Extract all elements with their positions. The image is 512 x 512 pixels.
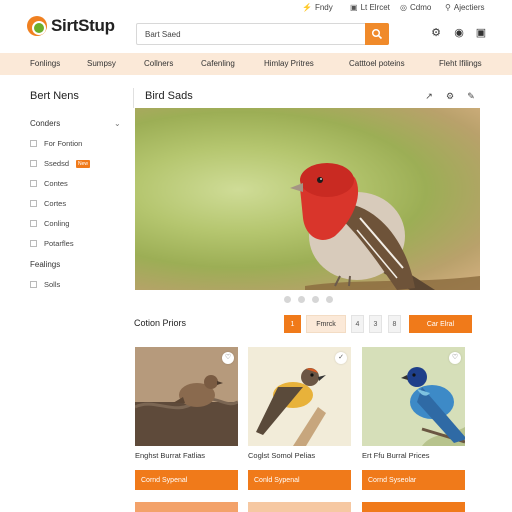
heart-icon[interactable]: ♡ bbox=[449, 352, 461, 364]
carousel-dot[interactable] bbox=[326, 296, 333, 303]
checkbox-label: Solls bbox=[44, 280, 61, 289]
search-button[interactable] bbox=[365, 23, 389, 45]
page-button[interactable]: 3 bbox=[369, 315, 382, 333]
nav-item[interactable]: Himlay Pritres bbox=[264, 59, 314, 68]
product-image[interactable]: ♡ bbox=[135, 347, 238, 446]
checkbox[interactable] bbox=[30, 140, 37, 147]
checkbox[interactable] bbox=[30, 281, 37, 288]
account-icon[interactable]: ◉ bbox=[453, 27, 465, 39]
checkbox[interactable] bbox=[30, 180, 37, 187]
utility-item[interactable]: ⚡ Fndy bbox=[302, 3, 333, 12]
nav-item[interactable]: Fonlings bbox=[30, 59, 60, 68]
filter-checkbox[interactable]: For Fontion bbox=[30, 139, 82, 148]
section-title: Cotion Priors bbox=[134, 318, 187, 328]
filter-checkbox[interactable]: Solls bbox=[30, 280, 60, 289]
sidebar-title: Bert Nens bbox=[30, 90, 79, 102]
new-badge: New bbox=[76, 159, 91, 168]
user-icon: ⚲ bbox=[445, 3, 451, 12]
settings-icon[interactable]: ⚙ bbox=[430, 27, 442, 39]
product-card-peek[interactable] bbox=[248, 502, 351, 512]
filter-checkbox[interactable]: Conling bbox=[30, 219, 69, 228]
utility-label: Lt Elrcet bbox=[360, 3, 390, 12]
product-name[interactable]: Ert Ffu Burral Prices bbox=[362, 451, 430, 460]
product-card-peek[interactable] bbox=[362, 502, 465, 512]
checkbox-label: Potarfles bbox=[44, 239, 74, 248]
check-icon[interactable]: ✓ bbox=[335, 352, 347, 364]
chevron-down-icon[interactable]: ⌄ bbox=[114, 119, 121, 128]
filter-checkbox[interactable]: Potarfles bbox=[30, 239, 74, 248]
checkbox[interactable] bbox=[30, 240, 37, 247]
product-button[interactable]: Conld Sypenal bbox=[248, 470, 351, 490]
product-button[interactable]: Cornd Sypenal bbox=[135, 470, 238, 490]
nav-item[interactable]: Catttoel poteins bbox=[349, 59, 405, 68]
logo[interactable]: SirtStup bbox=[27, 16, 115, 36]
product-name[interactable]: Coglst Somol Pelias bbox=[248, 451, 315, 460]
nav-item[interactable]: Collners bbox=[144, 59, 173, 68]
utility-label: Ajectiers bbox=[453, 3, 485, 12]
logo-icon bbox=[27, 16, 47, 36]
filter-group-title[interactable]: Fealings bbox=[30, 260, 60, 269]
bag-icon: ▣ bbox=[350, 3, 358, 12]
link-icon[interactable]: ↗ bbox=[423, 90, 435, 102]
carousel-dots bbox=[284, 296, 333, 303]
utility-label: Fndy bbox=[314, 3, 333, 12]
view-all-button[interactable]: Car Elral bbox=[409, 315, 472, 333]
page-button[interactable]: 4 bbox=[351, 315, 364, 333]
product-name[interactable]: Enghst Burrat Fatlias bbox=[135, 451, 205, 460]
search-icon bbox=[371, 28, 383, 40]
page-button[interactable]: 8 bbox=[388, 315, 401, 333]
hero-banner[interactable] bbox=[135, 108, 480, 290]
header: SirtStup ⚙ ◉ ▣ bbox=[0, 16, 512, 52]
bird-image bbox=[290, 163, 480, 290]
utility-bar: ⚡ Fndy ▣ Lt Elrcet ◎ Cdmo ⚲ Ajectiers bbox=[0, 0, 512, 16]
nav-item[interactable]: Cafenling bbox=[201, 59, 235, 68]
utility-item[interactable]: ▣ Lt Elrcet bbox=[350, 3, 390, 12]
cart-icon[interactable]: ▣ bbox=[475, 27, 487, 39]
divider bbox=[133, 88, 134, 108]
search-input[interactable] bbox=[137, 24, 365, 44]
carousel-dot[interactable] bbox=[312, 296, 319, 303]
heart-icon[interactable]: ♡ bbox=[222, 352, 234, 364]
search-bar bbox=[136, 23, 389, 45]
checkbox-label: Ssedsd bbox=[44, 159, 70, 168]
edit-icon[interactable]: ✎ bbox=[465, 90, 477, 102]
filter-checkbox[interactable]: Ssedsd New bbox=[30, 159, 91, 168]
checkbox[interactable] bbox=[30, 160, 37, 167]
utility-label: Cdmo bbox=[409, 3, 432, 12]
settings-icon[interactable]: ⚙ bbox=[444, 90, 456, 102]
product-button[interactable]: Cornd Syseolar bbox=[362, 470, 465, 490]
checkbox-label: Contes bbox=[44, 179, 68, 188]
headset-icon: ◎ bbox=[400, 3, 407, 12]
product-card-peek[interactable] bbox=[135, 502, 238, 512]
checkbox-label: Cortes bbox=[44, 199, 67, 208]
logo-text: SirtStup bbox=[51, 16, 115, 35]
checkbox-label: Conling bbox=[44, 219, 70, 228]
filter-group-title[interactable]: Conders bbox=[30, 119, 60, 128]
nav-item[interactable]: Fleht Ifilings bbox=[439, 59, 482, 68]
product-image[interactable]: ♡ bbox=[362, 347, 465, 446]
filter-checkbox[interactable]: Cortes bbox=[30, 199, 66, 208]
checkbox[interactable] bbox=[30, 220, 37, 227]
product-image[interactable]: ✓ bbox=[248, 347, 351, 446]
filter-button[interactable]: Fmrck bbox=[306, 315, 346, 333]
carousel-dot[interactable] bbox=[298, 296, 305, 303]
filter-checkbox[interactable]: Contes bbox=[30, 179, 68, 188]
checkbox-label: For Fontion bbox=[44, 139, 83, 148]
carousel-dot[interactable] bbox=[284, 296, 291, 303]
nav-item[interactable]: Sumpsy bbox=[87, 59, 116, 68]
checkbox[interactable] bbox=[30, 200, 37, 207]
lightning-icon: ⚡ bbox=[302, 3, 312, 12]
utility-item[interactable]: ◎ Cdmo bbox=[400, 3, 431, 12]
page-title: Bird Sads bbox=[145, 90, 193, 102]
category-nav: Fonlings Sumpsy Collners Cafenling Himla… bbox=[0, 53, 512, 75]
page-button-active[interactable]: 1 bbox=[284, 315, 301, 333]
utility-item[interactable]: ⚲ Ajectiers bbox=[445, 3, 485, 12]
